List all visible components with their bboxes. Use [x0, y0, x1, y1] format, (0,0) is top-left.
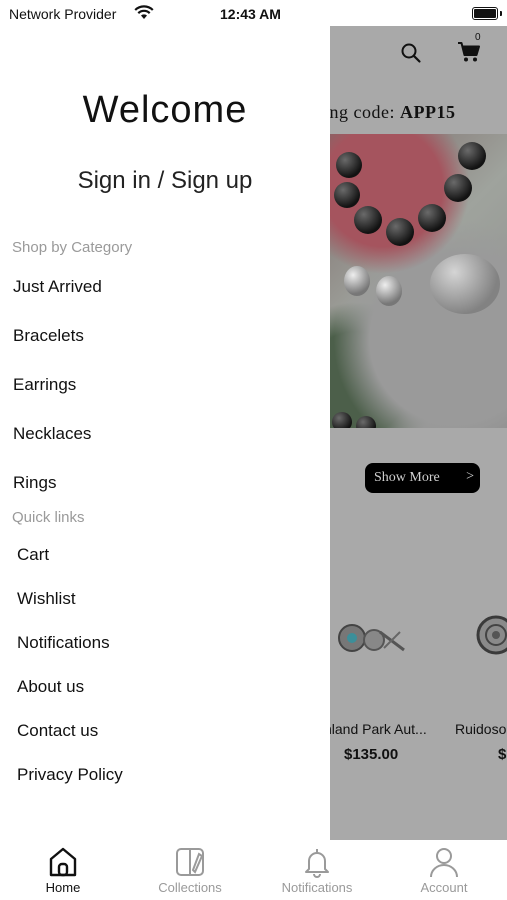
quick-link-contact-us[interactable]: Contact us	[17, 721, 98, 741]
clock: 12:43 AM	[220, 6, 281, 22]
quick-links-heading: Quick links	[12, 509, 85, 526]
category-rings[interactable]: Rings	[13, 473, 56, 493]
quick-link-wishlist[interactable]: Wishlist	[17, 589, 76, 609]
show-more-label: Show More	[374, 470, 440, 485]
product-image[interactable]	[334, 622, 406, 661]
tab-collections[interactable]: Collections	[127, 840, 253, 900]
category-necklaces[interactable]: Necklaces	[13, 424, 91, 444]
bead	[336, 152, 362, 178]
product-name[interactable]: nland Park Aut...	[330, 721, 427, 737]
quick-link-about-us[interactable]: About us	[17, 677, 84, 697]
tab-account[interactable]: Account	[381, 840, 507, 900]
tab-label: Account	[420, 880, 468, 895]
battery-icon	[472, 7, 502, 20]
bell-icon	[254, 846, 380, 878]
product-name[interactable]: Ruidoso	[455, 721, 506, 737]
bead	[334, 182, 360, 208]
silver-chain	[430, 254, 500, 314]
bead	[356, 416, 376, 428]
bead	[444, 174, 472, 202]
bead	[332, 412, 352, 428]
promo-code: APP15	[399, 102, 456, 122]
category-just-arrived[interactable]: Just Arrived	[13, 277, 102, 297]
quick-link-notifications[interactable]: Notifications	[17, 633, 110, 653]
earring	[344, 266, 370, 296]
quick-link-cart[interactable]: Cart	[17, 545, 49, 565]
tab-label: Collections	[158, 880, 222, 895]
status-bar: Network Provider 12:43 AM	[0, 0, 507, 26]
collections-icon	[127, 846, 253, 878]
search-icon[interactable]	[400, 42, 422, 69]
tab-label: Notifications	[281, 880, 353, 895]
bottom-tab-bar: Home Collections Notifications Account	[0, 840, 507, 900]
bead	[418, 204, 446, 232]
carrier-name: Network Provider	[9, 6, 117, 22]
product-price: $135.00	[344, 746, 399, 763]
product-image[interactable]	[476, 612, 507, 663]
promo-prefix: ing code:	[330, 102, 400, 122]
quick-link-privacy-policy[interactable]: Privacy Policy	[17, 765, 123, 785]
welcome-heading: Welcome	[82, 89, 248, 131]
tab-home[interactable]: Home	[0, 840, 126, 900]
category-bracelets[interactable]: Bracelets	[13, 326, 84, 346]
product-price: $	[498, 746, 507, 763]
side-drawer: Welcome Sign in / Sign up Shop by Catego…	[0, 26, 330, 840]
cart-icon[interactable]	[457, 40, 481, 69]
cart-count-badge: 0	[475, 32, 481, 43]
bead	[386, 218, 414, 246]
bead	[354, 206, 382, 234]
promo-banner-text: ing code: APP15	[330, 102, 455, 123]
wifi-icon	[134, 5, 154, 25]
earring	[376, 276, 402, 306]
tab-label: Home	[45, 880, 81, 895]
bead	[458, 142, 486, 170]
home-icon	[0, 846, 126, 878]
hero-jewelry-image[interactable]	[330, 134, 507, 428]
sign-in-link[interactable]: Sign in / Sign up	[0, 167, 330, 195]
shop-by-category-heading: Shop by Category	[12, 239, 133, 256]
background-home-screen[interactable]: 0 ing code: APP15 Show More > nland Park…	[330, 26, 507, 840]
person-icon	[381, 846, 507, 878]
show-more-button[interactable]: Show More >	[365, 463, 480, 493]
chevron-right-icon: >	[466, 469, 474, 484]
tab-notifications[interactable]: Notifications	[254, 840, 380, 900]
category-earrings[interactable]: Earrings	[13, 375, 76, 395]
